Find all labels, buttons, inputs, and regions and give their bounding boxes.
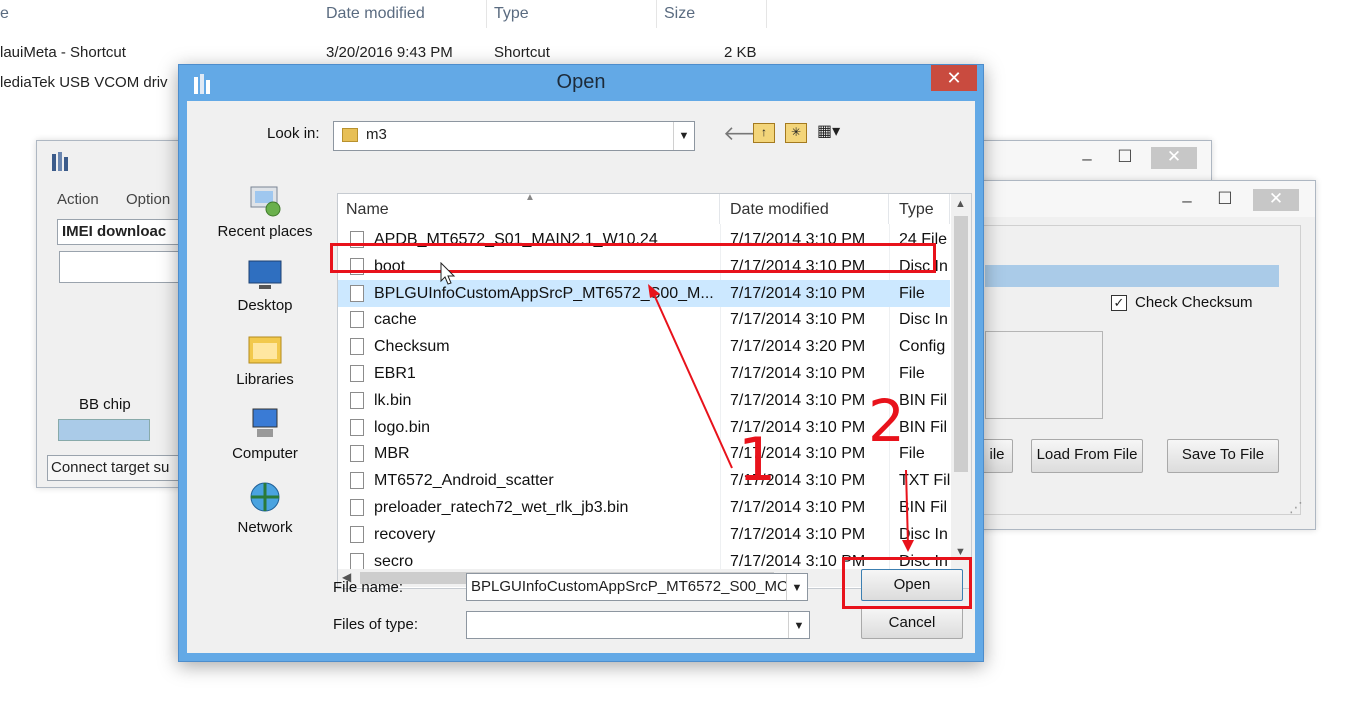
annotation-arrows [648, 284, 914, 552]
step-2-marker: 2 [868, 387, 905, 455]
step-1-marker: 1 [738, 425, 777, 495]
mouse-cursor-icon [440, 262, 456, 285]
